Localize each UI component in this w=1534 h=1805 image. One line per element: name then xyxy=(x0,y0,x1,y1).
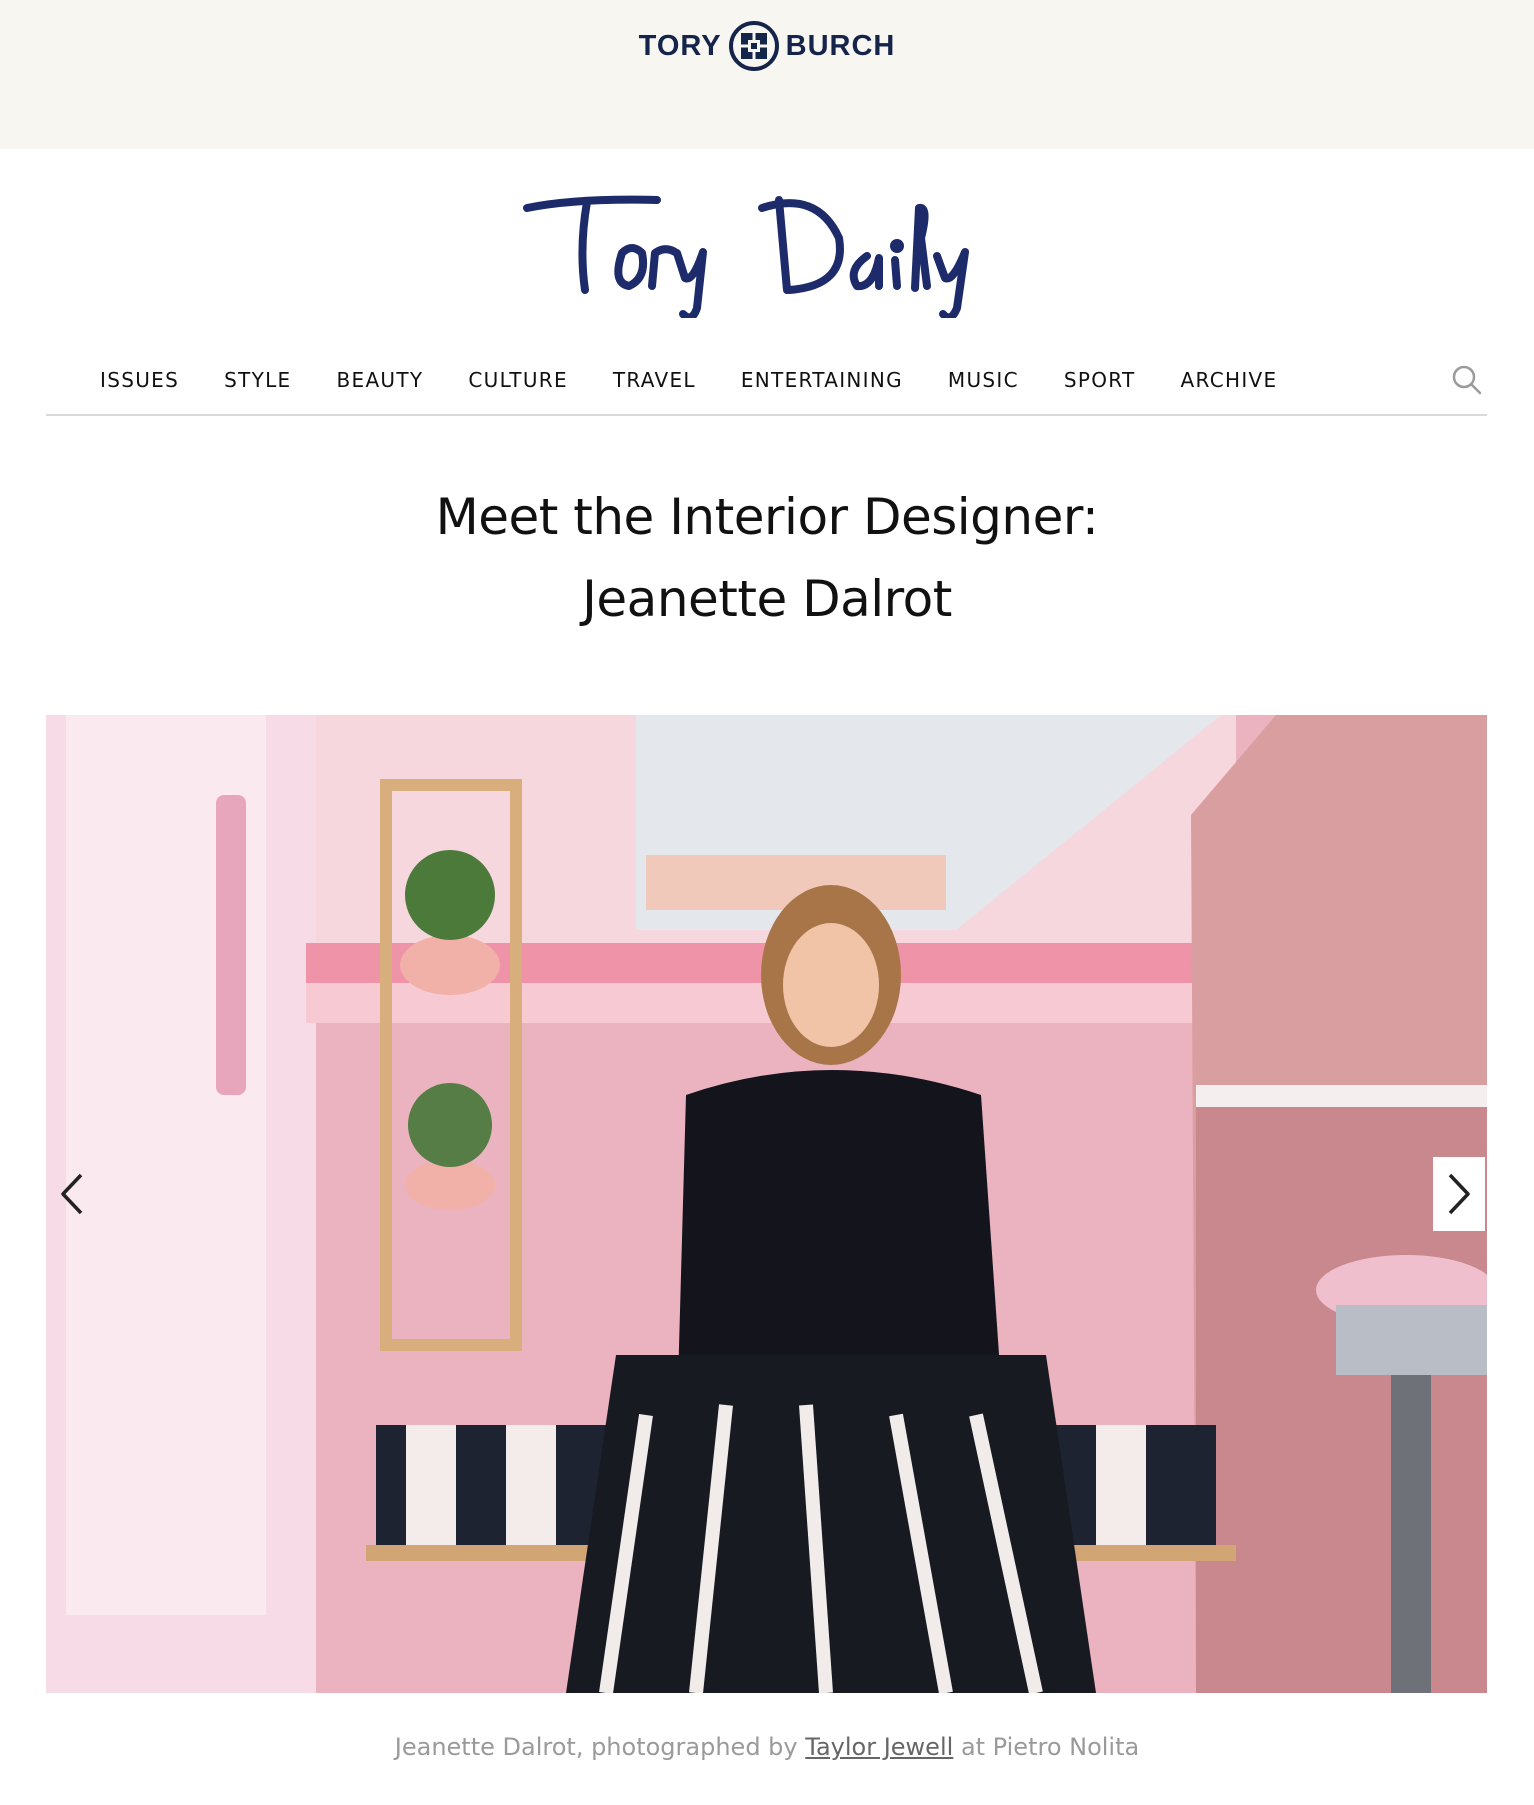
nav-item-music[interactable]: MUSIC xyxy=(948,368,1019,392)
nav-item-style[interactable]: STYLE xyxy=(224,368,291,392)
title-line-1: Meet the Interior Designer: xyxy=(435,488,1099,546)
tory-daily-script-icon xyxy=(523,195,969,318)
nav-item-culture[interactable]: CULTURE xyxy=(468,368,567,392)
slideshow-prev-button[interactable] xyxy=(46,1157,98,1231)
nav-item-issues[interactable]: ISSUES xyxy=(100,368,179,392)
hero-photo xyxy=(46,715,1487,1693)
interior-photo-illustration xyxy=(46,715,1487,1693)
slideshow-next-button[interactable] xyxy=(1433,1157,1485,1231)
main-nav: ISSUES STYLE BEAUTY CULTURE TRAVEL ENTER… xyxy=(46,360,1487,416)
brand-right: BURCH xyxy=(785,29,896,62)
article-title: Meet the Interior Designer: Jeanette Dal… xyxy=(0,476,1534,640)
tory-burch-emblem-icon xyxy=(728,21,779,71)
caption-prefix: Jeanette Dalrot, photographed by xyxy=(394,1733,798,1761)
nav-item-archive[interactable]: ARCHIVE xyxy=(1181,368,1278,392)
tory-burch-logo[interactable]: TORY BURCH xyxy=(0,20,1534,72)
nav-item-travel[interactable]: TRAVEL xyxy=(613,368,696,392)
caption-suffix: at Pietro Nolita xyxy=(960,1733,1140,1761)
search-button[interactable] xyxy=(1451,364,1483,396)
search-icon xyxy=(1452,365,1482,395)
nav-item-entertaining[interactable]: ENTERTAINING xyxy=(741,368,903,392)
title-line-2: Jeanette Dalrot xyxy=(582,570,952,628)
photo-caption: Jeanette Dalrot, photographed by Taylor … xyxy=(0,1733,1534,1761)
top-bar: TORY BURCH xyxy=(0,0,1534,149)
tory-daily-logo[interactable] xyxy=(0,178,1534,318)
chevron-right-icon xyxy=(1448,1173,1470,1215)
brand-left: TORY xyxy=(638,29,722,62)
nav-item-beauty[interactable]: BEAUTY xyxy=(336,368,423,392)
photographer-link[interactable]: Taylor Jewell xyxy=(805,1733,953,1761)
nav-item-sport[interactable]: SPORT xyxy=(1064,368,1136,392)
chevron-left-icon xyxy=(61,1173,83,1215)
